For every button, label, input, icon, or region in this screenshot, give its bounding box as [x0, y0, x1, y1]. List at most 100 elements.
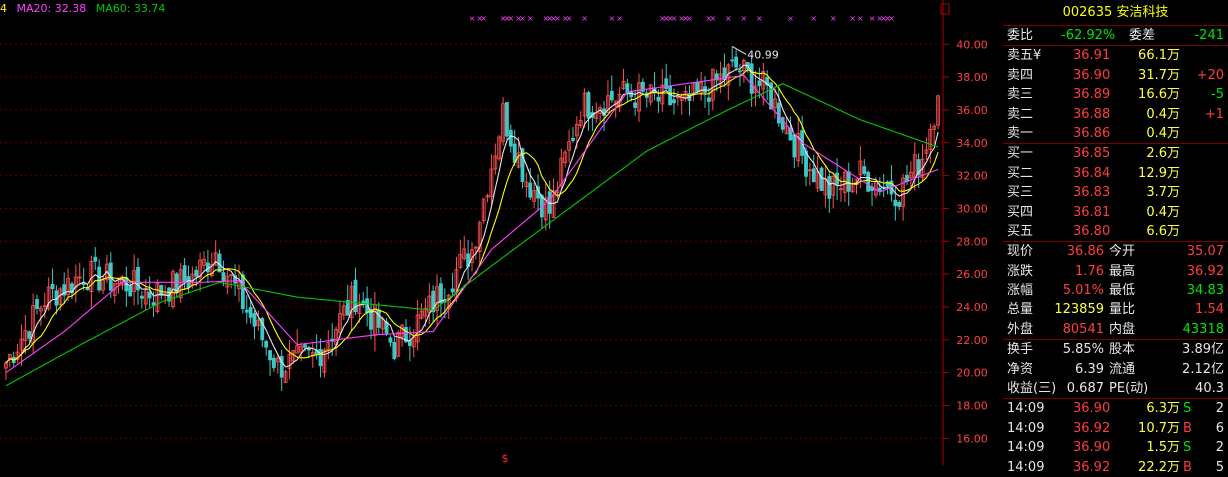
event-marker: ×: [830, 14, 837, 23]
candle-body: [97, 266, 102, 291]
candle-body: [244, 309, 249, 313]
ask-label: 卖四: [1007, 67, 1034, 83]
ask-list: 卖五¥ 36.91 66.1万 卖四 36.90 31.7万 +20 卖三 36.89 16.6万…: [1003, 46, 1228, 145]
max-marker-line: [731, 45, 747, 55]
candle-body: [707, 97, 711, 102]
event-marker: ×: [469, 14, 476, 23]
tick-time: 14:09: [1007, 459, 1045, 475]
candle-body: [128, 285, 133, 297]
fundamental-value: 0.687: [1066, 381, 1104, 397]
panel-toggle-icon: [940, 3, 950, 15]
bid-row: 买三 36.83 3.7万: [1003, 183, 1228, 202]
candle-body: [792, 134, 797, 158]
event-marker: ×: [566, 14, 573, 23]
tick-price: 36.90: [1073, 401, 1111, 417]
bid-price: 36.80: [1073, 223, 1111, 239]
bid-price: 36.81: [1073, 204, 1111, 220]
bid-label: 买四: [1007, 204, 1034, 220]
ask-volume: 31.7万: [1138, 67, 1180, 83]
candle-body: [827, 176, 832, 199]
fundamental-value: 3.89亿: [1182, 342, 1224, 358]
candle-body: [672, 99, 676, 104]
kline-chart[interactable]: 40.00 38.00 36.00 34.00 32.00 30.00 28.00 26.00…: [0, 0, 1000, 465]
quote-row: 涨幅 5.01% 最低 34.83: [1003, 281, 1228, 300]
fundamental-value: 40.3: [1195, 381, 1224, 397]
ask-row: 卖三 36.89 16.6万 -5: [1003, 85, 1228, 104]
quote-value: 1.54: [1195, 302, 1224, 318]
fundamental-label: 收益(三): [1007, 381, 1057, 397]
event-marker: ×: [810, 14, 817, 23]
event-marker: ×: [581, 14, 588, 23]
tick-price: 36.92: [1073, 420, 1111, 436]
fundamental-value: 6.39: [1075, 361, 1104, 377]
bid-price: 36.83: [1073, 185, 1111, 201]
weicha-value: -241: [1194, 28, 1224, 43]
ask-volume: 0.4万: [1146, 125, 1180, 141]
event-marker: ×: [554, 14, 561, 23]
candle-body: [695, 82, 700, 93]
quote-label: 今开: [1109, 244, 1136, 260]
quote-value: 34.83: [1186, 283, 1224, 299]
ask-label: 卖一: [1007, 125, 1034, 141]
event-marker: ×: [741, 14, 748, 23]
ask-volume: 66.1万: [1138, 48, 1180, 64]
candle-body: [264, 340, 269, 348]
candle-body: [734, 56, 738, 68]
quote-label: 涨跌: [1007, 263, 1034, 279]
candle-body: [272, 357, 276, 369]
bid-list: 买一 36.85 2.6万 买二 36.84 12.9万 买三 36.83 3.7万 买四 36.8…: [1003, 144, 1228, 243]
tick-count: 6: [1215, 420, 1224, 436]
event-marker: ×: [725, 14, 732, 23]
candle-body: [27, 331, 32, 339]
fundamental-label: 股本: [1109, 342, 1136, 358]
candle-body: [508, 129, 513, 147]
candle-body: [893, 199, 898, 207]
weibi-label: 委比: [1007, 28, 1034, 43]
candle-body: [862, 166, 867, 174]
quote-value: 35.07: [1186, 244, 1224, 260]
kline-svg[interactable]: 40.00 38.00 36.00 34.00 32.00 30.00 28.00 26.00…: [0, 0, 1000, 465]
quote-value: 80541: [1062, 321, 1104, 337]
event-marker: ×: [527, 14, 534, 23]
candle-body: [757, 80, 762, 86]
ma-prefix: 4: [0, 2, 7, 15]
candle-body: [811, 168, 816, 183]
candle-body: [303, 344, 307, 348]
y-tick-label: 24.00: [956, 301, 988, 314]
quote-list: 现价 36.86 今开 35.07 涨跌 1.76 最高 36.92 涨幅 5.01% 最低 34.8…: [1003, 242, 1228, 341]
candle-body: [93, 256, 98, 262]
tick-side: B: [1183, 420, 1192, 436]
bid-label: 买二: [1007, 165, 1034, 181]
weicha-label: 委差: [1129, 28, 1156, 43]
candle-body: [656, 96, 661, 102]
quote-value: 43318: [1182, 321, 1224, 337]
ma20-label: MA20: 32.38: [16, 2, 87, 15]
candle-body: [248, 307, 253, 318]
y-tick-label: 30.00: [956, 202, 988, 215]
event-marker: ×: [671, 14, 678, 23]
ask-price: 36.88: [1073, 106, 1111, 122]
candle-body: [240, 274, 245, 309]
y-tick-label: 18.00: [956, 399, 988, 412]
candle-body: [361, 300, 366, 304]
fundamental-row: 换手 5.85% 股本 3.89亿: [1003, 340, 1228, 359]
candle-body: [147, 291, 152, 299]
ma-legend: 4 MA20: 32.38 MA60: 33.74: [0, 2, 171, 15]
event-marker: ×: [519, 14, 526, 23]
fundamental-list: 换手 5.85% 股本 3.89亿 净资 6.39 流通 2.12亿 收益(三) 0.687 PE(…: [1003, 340, 1228, 400]
tick-side: S: [1183, 440, 1192, 456]
fundamental-value: 5.85%: [1062, 342, 1104, 358]
ask-price: 36.90: [1073, 67, 1111, 83]
bid-volume: 6.6万: [1146, 223, 1180, 239]
candle-body: [846, 171, 851, 192]
tick-count: 2: [1215, 401, 1224, 417]
bid-label: 买三: [1007, 185, 1034, 201]
candle-body: [897, 202, 902, 207]
event-marker: ×: [507, 14, 514, 23]
quote-value: 5.01%: [1062, 283, 1104, 299]
event-marker: ×: [869, 14, 876, 23]
event-marker: ×: [616, 14, 623, 23]
quote-label: 外盘: [1007, 321, 1034, 337]
bid-row: 买二 36.84 12.9万: [1003, 164, 1228, 183]
y-tick-label: 20.00: [956, 367, 988, 380]
